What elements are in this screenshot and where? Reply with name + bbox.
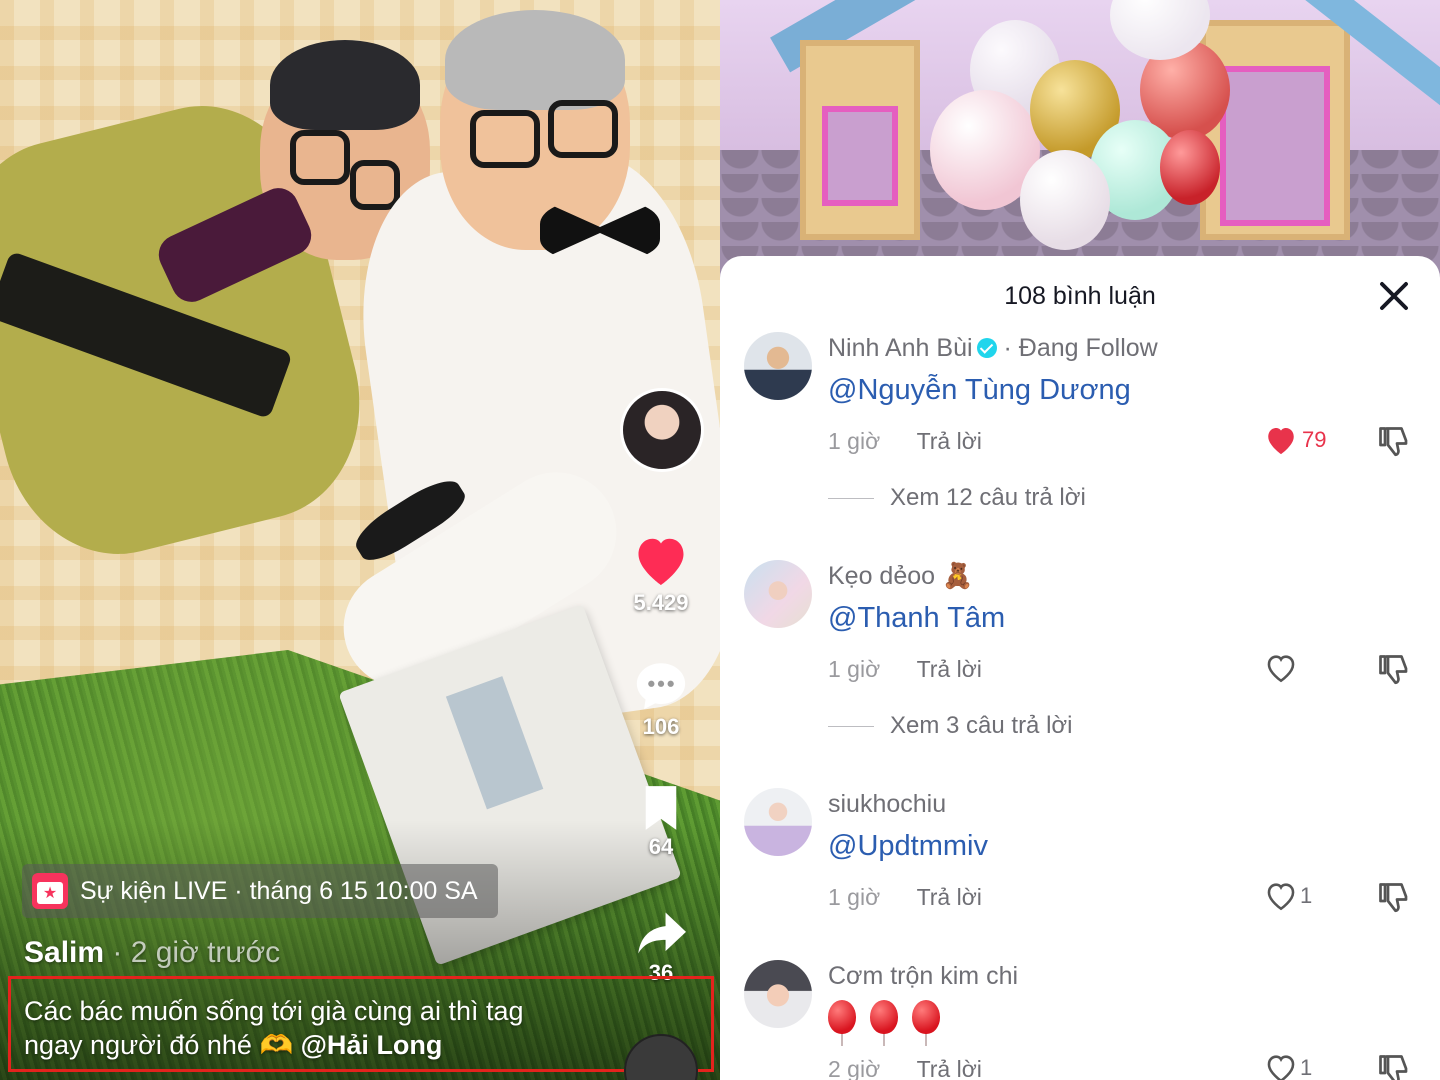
view-replies-label: Xem 3 câu trả lời (890, 712, 1073, 739)
house-window-left (800, 40, 920, 240)
caption-text: Các bác muốn sống tới già cùng ai thì ta… (24, 996, 524, 1060)
dislike-icon[interactable] (1376, 424, 1412, 460)
video-panel[interactable]: 5.429 106 64 36 ★ Sự kiện LIVE · tháng 6… (0, 0, 720, 1080)
creator-avatar[interactable] (620, 388, 704, 472)
comment-like-button[interactable] (1264, 652, 1298, 684)
heart-filled-icon (1268, 427, 1294, 455)
balloon-emoji-icon (870, 1000, 898, 1046)
comment-meta: 1 giờ Trả lời (828, 428, 982, 455)
reply-button[interactable]: Trả lời (917, 656, 982, 682)
avatar[interactable] (744, 960, 812, 1028)
comment-time: 2 giờ (828, 1056, 881, 1080)
heart-outline-icon (1267, 883, 1295, 911)
comment-bubble-icon (636, 663, 686, 710)
reply-button[interactable]: Trả lời (917, 1056, 982, 1080)
balloon-emoji-icon (828, 1000, 856, 1046)
comments-count-title: 108 bình luận (1004, 282, 1156, 310)
comments-screen: 108 bình luận Ninh Anh Bùi · Đang Follow… (720, 0, 1440, 1080)
bookmark-button[interactable]: 64 (616, 784, 706, 860)
bookmark-count: 64 (648, 834, 674, 859)
share-arrow-icon (638, 912, 686, 954)
view-replies-button[interactable]: Xem 12 câu trả lời (828, 484, 1086, 512)
comment-mention[interactable]: @Nguyễn Tùng Dương (828, 374, 1131, 407)
comment-time: 1 giờ (828, 428, 881, 454)
calendar-star-icon: ★ (32, 873, 68, 909)
dislike-icon[interactable] (1376, 880, 1412, 916)
woman-glasses (290, 130, 350, 185)
comment-count: 106 (642, 714, 680, 739)
commenter-name: Ninh Anh Bùi (828, 334, 973, 362)
bookmark-icon (645, 786, 677, 830)
comment-meta: 1 giờ Trả lời (828, 656, 982, 683)
man-glasses (470, 110, 540, 168)
avatar[interactable] (744, 788, 812, 856)
woman-glasses-right (350, 160, 400, 210)
balloon (1020, 150, 1110, 250)
comment-button[interactable]: 106 (616, 658, 706, 740)
balloon (1160, 130, 1220, 205)
caption-mention[interactable]: @Hải Long (301, 1030, 443, 1060)
comment-like-button[interactable]: 1 (1264, 880, 1312, 912)
comment-author[interactable]: Kẹo dẻoo 🧸 (828, 562, 973, 591)
dislike-icon[interactable] (1376, 1052, 1412, 1080)
heart-outline-icon (1267, 1055, 1295, 1080)
like-count: 5.429 (633, 590, 689, 615)
live-event-badge[interactable]: ★ Sự kiện LIVE · tháng 6 15 10:00 SA (22, 864, 498, 918)
reply-button[interactable]: Trả lời (917, 884, 982, 910)
man-hair (445, 10, 625, 110)
comment-author[interactable]: siukhochiu (828, 790, 946, 819)
comment-author[interactable]: Cơm trộn kim chi (828, 962, 1018, 991)
reply-button[interactable]: Trả lời (917, 428, 982, 454)
like-count: 1 (1300, 1055, 1313, 1080)
dislike-icon[interactable] (1376, 652, 1412, 688)
balloon-emoji-icon (912, 1000, 940, 1046)
like-count: 1 (1300, 883, 1313, 908)
comment-mention[interactable]: @Thanh Tâm (828, 602, 1005, 635)
close-icon[interactable] (1376, 278, 1412, 314)
heart-outline-icon (1267, 655, 1295, 683)
avatar[interactable] (744, 560, 812, 628)
author-name[interactable]: Salim (24, 936, 104, 969)
comments-sheet: 108 bình luận Ninh Anh Bùi · Đang Follow… (720, 256, 1440, 1080)
comment-time: 1 giờ (828, 884, 881, 910)
view-replies-label: Xem 12 câu trả lời (890, 484, 1086, 511)
comment-mention[interactable]: @Updtmmiv (828, 830, 988, 863)
posted-time: · 2 giờ trước (112, 936, 281, 969)
like-count: 79 (1302, 427, 1327, 452)
share-button[interactable]: 36 (616, 908, 706, 986)
comment-author[interactable]: Ninh Anh Bùi · Đang Follow (828, 334, 1158, 363)
verified-badge-icon (976, 338, 997, 358)
view-replies-button[interactable]: Xem 3 câu trả lời (828, 712, 1072, 740)
woman-hair (270, 40, 420, 130)
heart-icon (638, 538, 684, 585)
author-line: Salim · 2 giờ trước (24, 936, 280, 970)
live-event-text: Sự kiện LIVE · tháng 6 15 10:00 SA (80, 876, 478, 905)
comment-meta: 2 giờ Trả lời (828, 1056, 982, 1080)
like-button[interactable]: 5.429 (616, 532, 706, 616)
balloon-emoji-row (828, 1000, 940, 1046)
comment-like-button[interactable]: 1 (1264, 1052, 1312, 1080)
house-window-right (1200, 20, 1350, 240)
comment-meta: 1 giờ Trả lời (828, 884, 982, 911)
follow-status: · Đang Follow (1003, 334, 1158, 362)
man-glasses-right (548, 100, 618, 158)
comment-like-button[interactable]: 79 (1264, 424, 1326, 456)
house-background (720, 0, 1440, 300)
avatar[interactable] (744, 332, 812, 400)
comment-time: 1 giờ (828, 656, 881, 682)
video-caption: Các bác muốn sống tới già cùng ai thì ta… (24, 994, 584, 1062)
